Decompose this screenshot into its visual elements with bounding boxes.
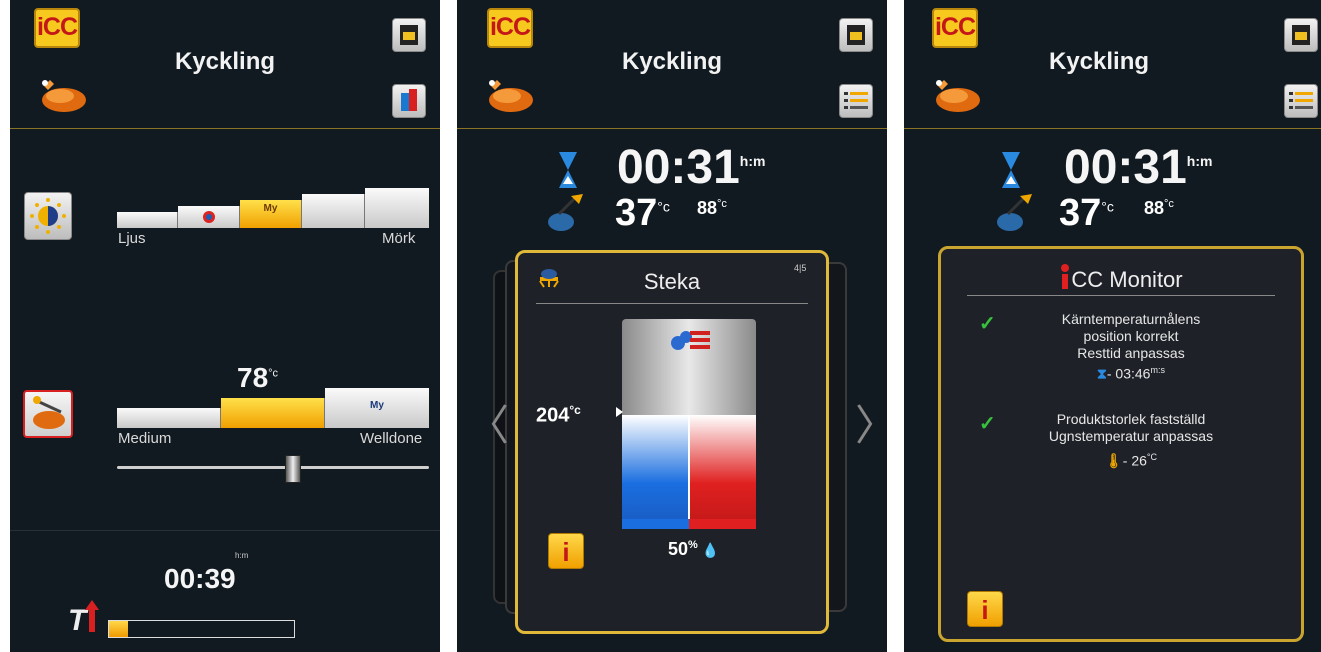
icc-logo: iCC [34, 8, 80, 48]
monitor-message-2: Produktstorlek fastställd Ugnstemperatur… [1048, 411, 1214, 469]
monitor-message-1: Kärntemperaturnålens position korrekt Re… [1061, 311, 1201, 382]
remaining-time: 00:31h:m [617, 141, 766, 194]
icc-logo: iCC [487, 8, 533, 48]
oven-temp: 204°c [536, 403, 581, 427]
check-icon: ✓ [979, 413, 996, 435]
fine-tune-track[interactable] [117, 466, 429, 469]
oven-icon [400, 25, 418, 45]
chicken-icon [489, 80, 533, 112]
hourglass-icon [1002, 152, 1020, 188]
step-list-button[interactable] [1284, 84, 1318, 118]
icc-info-button[interactable]: i [548, 533, 584, 569]
time-progress-bar [108, 620, 295, 638]
thermometer-icon: 🌡 [1104, 452, 1123, 469]
humidity-value: 50% 💧 [668, 539, 720, 559]
next-step-arrow[interactable]: 〉 [855, 392, 887, 453]
step-list-button[interactable] [839, 84, 873, 118]
screen-cooking-step: iCC Kyckling 00:31h:m 37°c 88°c 〈 〉 Stek… [457, 0, 887, 652]
screen-icc-monitor: iCC Kyckling 00:31h:m 37°c 88°c CC Monit… [904, 0, 1321, 652]
progress-fill [109, 621, 128, 637]
step-counter: 4|5 [794, 263, 807, 273]
cooking-step-card: Steka 4|5 204°c 50% 💧 i [515, 250, 829, 634]
oven-view-button[interactable] [1284, 18, 1318, 52]
steam-heat-icon [671, 331, 710, 350]
doneness-slider[interactable]: My [117, 388, 429, 428]
my-marker: My [370, 400, 384, 411]
screen-browning-doneness: iCC Kyckling My Ljus Mörk 78°c My Medium… [10, 0, 440, 652]
time-unit: h:m [235, 551, 249, 560]
core-temp-button[interactable] [23, 390, 73, 438]
icc-i-icon [1061, 264, 1070, 289]
hourglass-icon [559, 152, 577, 188]
icc-monitor-card: CC Monitor ✓ Kärntemperaturnålens positi… [938, 246, 1304, 642]
core-probe-icon [997, 194, 1032, 231]
my-marker: My [263, 203, 278, 214]
hourglass-icon: ⧗ [1097, 365, 1107, 382]
check-icon: ✓ [979, 313, 996, 335]
core-temp: 37°c [1059, 192, 1114, 234]
preheat-icon: T [68, 600, 99, 636]
remaining-time: 00:31h:m [1064, 141, 1213, 194]
thermo-color-icon [401, 89, 417, 111]
browning-max-label: Mörk [382, 230, 416, 247]
prev-step-arrow[interactable]: 〈 [467, 392, 509, 453]
fine-tune-handle[interactable] [285, 455, 301, 483]
oven-icon [847, 25, 865, 45]
core-probe-icon [548, 194, 583, 231]
sun-icon [30, 198, 66, 234]
doneness-min-label: Medium [118, 430, 172, 447]
probe-marker-icon [203, 211, 215, 223]
page-title: Kyckling [621, 48, 723, 75]
list-icon [844, 92, 868, 109]
core-temp: 37°c [615, 192, 670, 234]
chicken-probe-icon [33, 396, 65, 429]
target-temp: 88°c [1144, 198, 1174, 218]
monitor-title: CC Monitor [941, 263, 1301, 293]
chicken-icon [42, 80, 86, 112]
list-icon [1289, 92, 1313, 109]
remaining-time: 00:39 [164, 563, 236, 594]
page-title: Kyckling [174, 48, 276, 75]
browning-button[interactable] [24, 192, 72, 240]
browning-slider[interactable]: My [117, 186, 429, 228]
chicken-icon [936, 80, 980, 112]
oven-view-button[interactable] [839, 18, 873, 52]
target-temp: 88°c [697, 198, 727, 218]
page-title: Kyckling [1048, 48, 1150, 75]
oven-view-button[interactable] [392, 18, 426, 52]
temperature-button[interactable] [392, 84, 426, 118]
oven-icon [1292, 25, 1310, 45]
icc-info-button[interactable]: i [967, 591, 1003, 627]
browning-min-label: Ljus [118, 230, 146, 247]
doneness-max-label: Welldone [360, 430, 423, 447]
step-name: Steka [643, 269, 701, 294]
icc-logo: iCC [932, 8, 978, 48]
humidity-scale [622, 519, 756, 529]
